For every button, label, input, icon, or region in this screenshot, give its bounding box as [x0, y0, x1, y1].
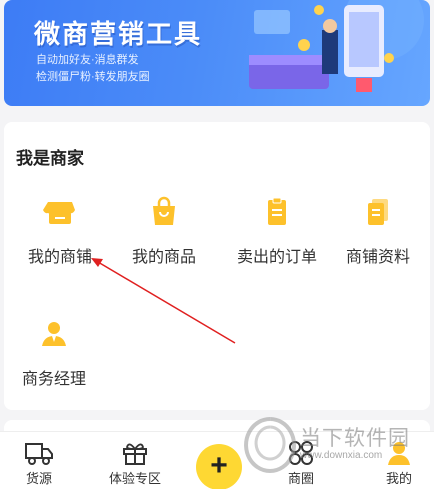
watermark-text: 当下软件园	[300, 427, 410, 450]
merchant-card: 我是商家 我的商铺 我的商品 卖出的订单 商铺资料 商务经理	[4, 122, 430, 410]
my-shop-label: 我的商铺	[27, 249, 92, 266]
add-button[interactable]: +	[196, 444, 242, 489]
sold-orders-button[interactable]: 卖出的订单	[222, 194, 332, 267]
business-manager-button[interactable]: 商务经理	[4, 316, 104, 389]
truck-icon	[25, 443, 53, 465]
banner-subtitle-2: 检测僵尸粉·转发朋友圈	[36, 71, 150, 83]
shopping-bag-icon	[153, 196, 175, 225]
section-title: 我是商家	[16, 149, 84, 168]
nav-experience[interactable]: 体验专区	[100, 440, 170, 487]
manager-icon	[42, 322, 66, 346]
watermark-url: www.downxia.com	[300, 450, 383, 461]
nav-experience-label: 体验专区	[108, 471, 161, 486]
banner-subtitle-1: 自动加好友·消息群发	[36, 54, 139, 66]
clipboard-icon	[268, 197, 286, 225]
gift-icon	[123, 443, 147, 465]
my-products-label: 我的商品	[131, 249, 196, 266]
watermark-logo	[244, 417, 296, 473]
sold-orders-label: 卖出的订单	[236, 249, 317, 266]
shop-info-button[interactable]: 商铺资料	[328, 194, 428, 267]
my-shop-button[interactable]: 我的商铺	[10, 194, 110, 267]
banner-title: 微商营销工具	[34, 20, 203, 50]
nav-supply[interactable]: 货源	[4, 440, 74, 487]
nav-mine-label: 我的	[385, 471, 412, 486]
documents-icon	[368, 199, 388, 225]
nav-supply-label: 货源	[25, 471, 52, 486]
promo-banner[interactable]: 微商营销工具 自动加好友·消息群发 检测僵尸粉·转发朋友圈	[4, 0, 430, 106]
my-products-button[interactable]: 我的商品	[114, 194, 214, 267]
shop-info-label: 商铺资料	[345, 249, 410, 266]
business-manager-label: 商务经理	[21, 371, 86, 388]
shop-icon	[43, 202, 75, 224]
